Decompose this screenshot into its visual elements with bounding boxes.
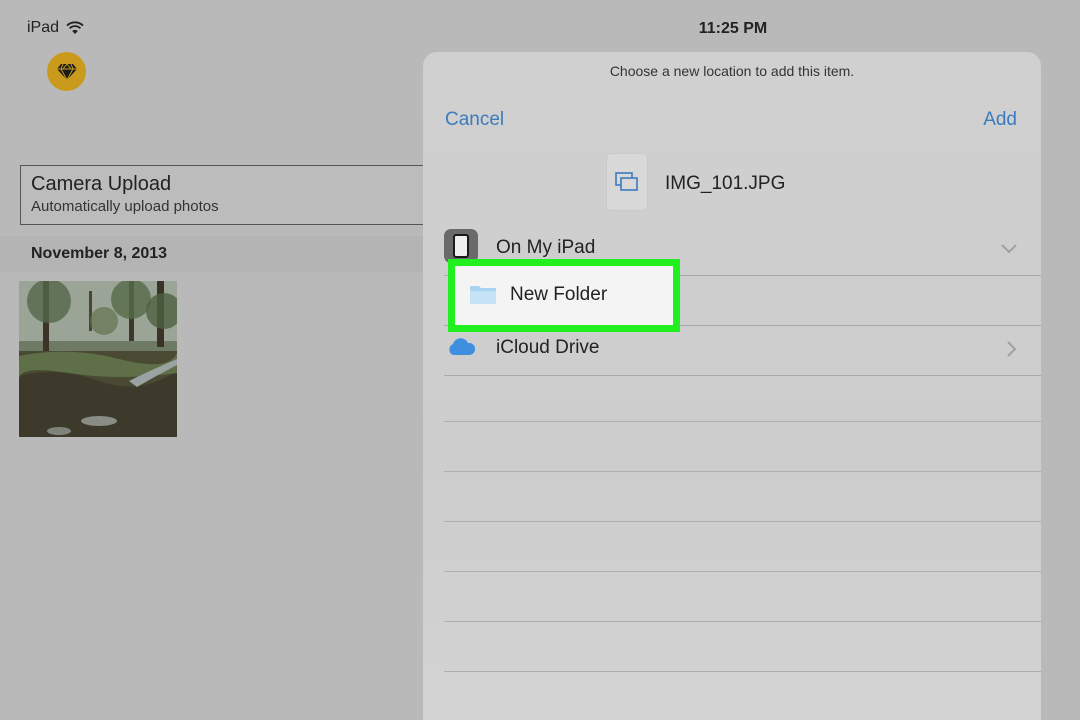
camera-upload-subtitle: Automatically upload photos — [31, 198, 219, 215]
folder-icon — [470, 286, 496, 304]
list-separator — [444, 471, 1041, 472]
chevron-down-icon[interactable] — [1001, 244, 1017, 254]
file-name: IMG_101.JPG — [665, 173, 786, 194]
list-separator — [444, 571, 1041, 572]
modal-prompt: Choose a new location to add this item. — [609, 63, 855, 79]
new-folder-label: New Folder — [510, 284, 608, 305]
app-badge[interactable] — [47, 52, 86, 91]
location-picker-modal: Choose a new location to add this item. … — [423, 52, 1041, 720]
photos-date-header: November 8, 2013 — [0, 236, 430, 272]
status-time: 11:25 PM — [698, 20, 768, 37]
location-label: On My iPad — [496, 237, 596, 258]
list-separator — [444, 621, 1041, 622]
camera-upload-banner[interactable]: Camera Upload Automatically upload photo… — [20, 165, 460, 225]
list-separator — [444, 421, 1041, 422]
cancel-button[interactable]: Cancel — [445, 109, 504, 131]
add-button[interactable]: Add — [983, 109, 1017, 131]
chevron-right-icon[interactable] — [1007, 341, 1017, 357]
file-thumbnail — [607, 154, 647, 210]
list-separator — [444, 671, 1041, 672]
photos-icon — [615, 172, 638, 191]
new-folder-button[interactable]: New Folder — [448, 259, 680, 332]
location-row-icloud-drive[interactable]: iCloud Drive — [444, 326, 1041, 376]
ipad-icon — [444, 229, 478, 263]
diamond-icon — [56, 63, 77, 81]
list-separator — [444, 521, 1041, 522]
location-label: iCloud Drive — [496, 337, 600, 358]
photo-thumbnail[interactable] — [19, 281, 177, 437]
cloud-icon — [449, 338, 476, 355]
camera-upload-title: Camera Upload — [31, 173, 172, 195]
